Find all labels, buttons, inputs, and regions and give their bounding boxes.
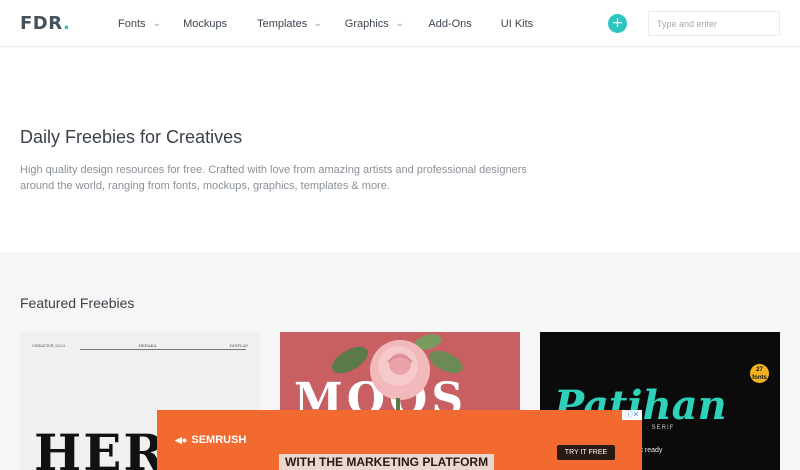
nav-templates[interactable]: Templates ⌄: [257, 18, 323, 30]
font-count-badge: 27 fonts: [750, 364, 769, 383]
nav-graphics[interactable]: Graphics ⌄: [345, 18, 405, 30]
semrush-logo: ◀● SEMRUSH: [175, 434, 247, 446]
ad-tagline: WITH THE MARKETING PLATFORM: [279, 454, 495, 470]
nav-mockups[interactable]: Mockups: [183, 18, 227, 30]
search-input[interactable]: [648, 11, 780, 36]
chevron-down-icon: ⌄: [394, 18, 405, 28]
nav-add-ons[interactable]: Add-Ons: [428, 18, 471, 30]
nav-ui-kits[interactable]: UI Kits: [501, 18, 533, 30]
ad-cta-button[interactable]: TRY IT FREE: [557, 445, 615, 460]
main-nav: Fonts ⌄ Mockups Templates ⌄ Graphics ⌄ Add-…: [118, 0, 533, 47]
rose-illustration: [331, 334, 463, 412]
divider: [80, 349, 246, 350]
site-header: FDR. Fonts ⌄ Mockups Templates ⌄ Graphics ⌄…: [0, 0, 800, 47]
add-plus-icon[interactable]: +: [608, 14, 627, 33]
ad-close-icon[interactable]: ⓘ✕: [622, 410, 642, 420]
chevron-down-icon: ⌄: [313, 18, 323, 28]
hero-title: Daily Freebies for Creatives: [20, 127, 243, 147]
card-topbar: CREATIVE 2023 HERAKA DISPLAY: [32, 342, 248, 348]
featured-title: Featured Freebies: [20, 295, 135, 311]
semrush-flame-icon: ◀●: [175, 434, 188, 445]
nav-fonts[interactable]: Fonts ⌄: [118, 18, 162, 30]
fdr-logo[interactable]: FDR.: [20, 13, 70, 34]
hero-description: High quality design resources for free. …: [20, 164, 527, 192]
chevron-down-icon: ⌄: [151, 18, 162, 28]
ad-banner[interactable]: ⓘ✕ ◀● SEMRUSH WITH THE MARKETING PLATFORM…: [157, 410, 642, 470]
